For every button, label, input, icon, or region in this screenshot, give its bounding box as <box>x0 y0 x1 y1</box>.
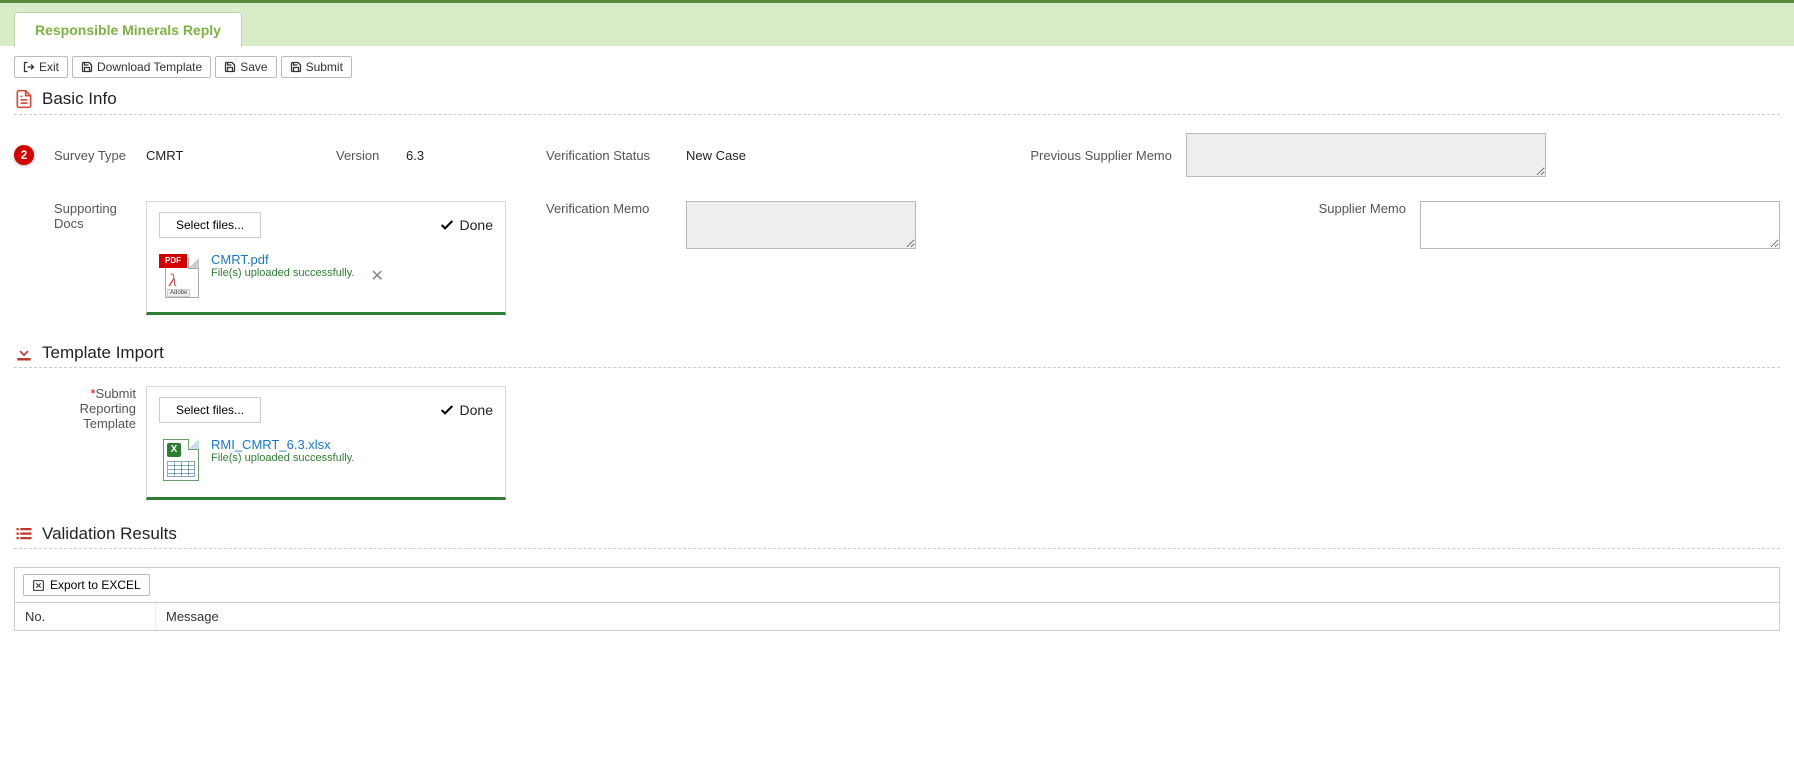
save-label: Save <box>240 60 267 74</box>
supporting-docs-upload: Select files... Done PDF λ Adobe CMRT.pd… <box>146 201 506 315</box>
file-name-xlsx[interactable]: RMI_CMRT_6.3.xlsx <box>211 437 354 452</box>
check-icon <box>439 402 455 418</box>
import-icon <box>14 343 34 363</box>
select-files-button[interactable]: Select files... <box>159 397 261 423</box>
validation-results-panel: Export to EXCEL No. Message <box>14 567 1780 631</box>
done-label: Done <box>460 217 493 233</box>
section-title-validation-results: Validation Results <box>42 524 177 544</box>
value-survey-type: CMRT <box>146 148 336 163</box>
section-template-import-header: Template Import <box>0 343 1794 363</box>
label-survey-type: Survey Type <box>54 148 146 163</box>
save-button[interactable]: Save <box>215 56 276 78</box>
tab-responsible-minerals-reply[interactable]: Responsible Minerals Reply <box>14 12 242 47</box>
verification-memo-field <box>686 201 916 249</box>
file-entry: X RMI_CMRT_6.3.xlsx File(s) uploaded suc… <box>147 433 505 497</box>
divider <box>14 367 1780 368</box>
label-verification-status: Verification Status <box>546 148 686 163</box>
reporting-template-upload: Select files... Done X RMI_CMRT_6.3.xlsx… <box>146 386 506 500</box>
step-badge-2: 2 <box>14 145 34 165</box>
results-table-header: No. Message <box>15 602 1779 630</box>
col-header-no: No. <box>15 603 155 630</box>
upload-status-done: Done <box>439 217 493 233</box>
check-icon <box>439 217 455 233</box>
list-icon <box>14 525 34 543</box>
done-label: Done <box>460 402 493 418</box>
save-disk-icon <box>81 61 93 73</box>
label-previous-supplier-memo: Previous Supplier Memo <box>1026 148 1186 163</box>
section-title-template-import: Template Import <box>42 343 164 363</box>
divider <box>14 114 1780 115</box>
label-verification-memo: Verification Memo <box>546 201 686 216</box>
file-entry: PDF λ Adobe CMRT.pdf File(s) uploaded su… <box>147 248 505 312</box>
exit-button[interactable]: Exit <box>14 56 68 78</box>
tab-bar: Responsible Minerals Reply <box>0 0 1794 46</box>
section-validation-results-header: Validation Results <box>0 524 1794 544</box>
save-disk-icon <box>224 61 236 73</box>
download-template-label: Download Template <box>97 60 202 74</box>
document-icon <box>14 88 34 110</box>
submit-label: Submit <box>306 60 343 74</box>
toolbar: Exit Download Template Save Submit <box>0 46 1794 88</box>
file-name-pdf[interactable]: CMRT.pdf <box>211 252 354 267</box>
file-upload-success-msg: File(s) uploaded successfully. <box>211 452 354 464</box>
select-files-button[interactable]: Select files... <box>159 212 261 238</box>
excel-file-icon: X <box>159 437 201 483</box>
col-header-message: Message <box>155 603 1779 630</box>
excel-export-icon <box>32 579 45 592</box>
divider <box>14 548 1780 549</box>
supplier-memo-field[interactable] <box>1420 201 1780 249</box>
save-disk-icon <box>290 61 302 73</box>
exit-icon <box>23 61 35 73</box>
label-submit-reporting-template: Submit Reporting Template <box>34 386 146 431</box>
download-template-button[interactable]: Download Template <box>72 56 211 78</box>
pdf-file-icon: PDF λ Adobe <box>159 252 201 298</box>
remove-file-icon[interactable]: ✕ <box>370 266 383 286</box>
export-excel-label: Export to EXCEL <box>50 578 141 592</box>
file-upload-success-msg: File(s) uploaded successfully. <box>211 267 354 279</box>
export-excel-button[interactable]: Export to EXCEL <box>23 574 150 596</box>
label-supplier-memo: Supplier Memo <box>1260 201 1420 216</box>
value-verification-status: New Case <box>686 148 1026 163</box>
value-version: 6.3 <box>406 148 546 163</box>
previous-supplier-memo-field <box>1186 133 1546 177</box>
upload-status-done: Done <box>439 402 493 418</box>
label-supporting-docs: Supporting Docs <box>54 201 146 231</box>
label-version: Version <box>336 148 406 163</box>
exit-label: Exit <box>39 60 59 74</box>
section-title-basic-info: Basic Info <box>42 89 117 109</box>
submit-button[interactable]: Submit <box>281 56 352 78</box>
section-basic-info-header: Basic Info <box>0 88 1794 110</box>
